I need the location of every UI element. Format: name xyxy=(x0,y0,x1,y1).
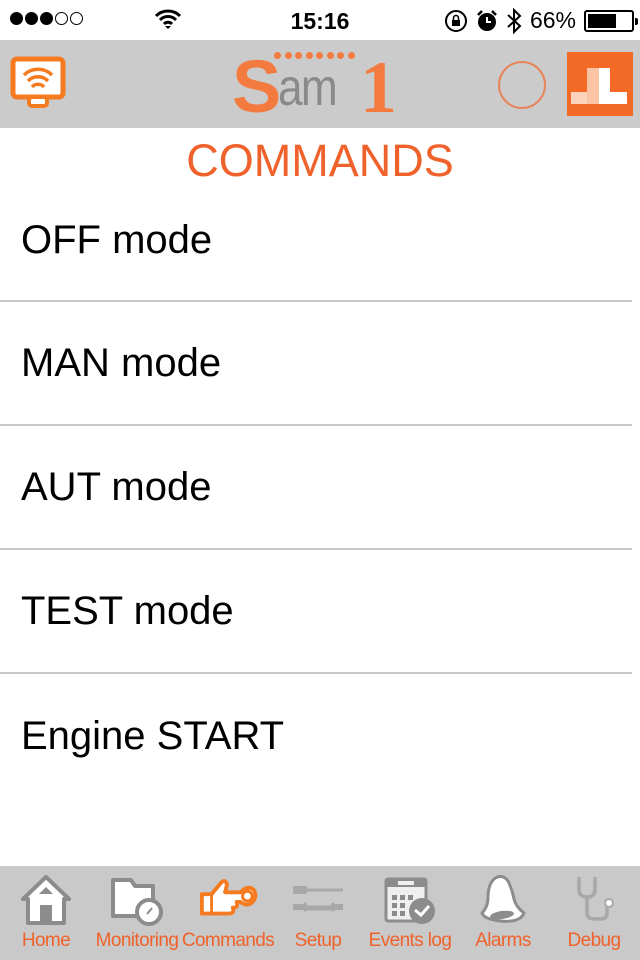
connection-status-icon[interactable] xyxy=(498,61,546,109)
stethoscope-icon xyxy=(564,870,624,930)
tools-icon xyxy=(288,870,348,930)
tab-debug[interactable]: Debug xyxy=(548,866,640,960)
tab-events-log[interactable]: Events log xyxy=(362,866,458,960)
tab-monitoring[interactable]: Monitoring xyxy=(92,866,182,960)
alarm-clock-icon xyxy=(477,9,497,31)
tab-commands[interactable]: Commands xyxy=(181,866,275,960)
nav-bar: S am 1 xyxy=(0,40,640,129)
tab-label: Commands xyxy=(181,930,275,951)
command-man-mode[interactable]: MAN mode xyxy=(0,302,632,426)
sam1-logo: S am 1 xyxy=(232,45,397,129)
command-list: OFF mode MAN mode AUT mode TEST mode Eng… xyxy=(0,180,632,798)
tab-setup[interactable]: Setup xyxy=(274,866,362,960)
command-test-mode[interactable]: TEST mode xyxy=(0,550,632,674)
tab-alarms[interactable]: Alarms xyxy=(458,866,548,960)
orientation-lock-icon xyxy=(444,9,467,32)
pointing-hand-icon xyxy=(198,870,258,930)
calendar-check-icon xyxy=(380,870,440,930)
brand-logo-icon[interactable] xyxy=(567,52,633,116)
bluetooth-icon xyxy=(507,7,522,34)
status-bar: 15:16 66% xyxy=(0,0,640,40)
monitoring-icon xyxy=(107,870,167,930)
remote-display-icon[interactable] xyxy=(10,56,66,112)
command-aut-mode[interactable]: AUT mode xyxy=(0,426,632,550)
bell-icon xyxy=(473,870,533,930)
battery-percent: 66% xyxy=(529,7,576,33)
tab-label: Events log xyxy=(368,930,452,951)
tab-label: Home xyxy=(21,930,71,951)
tab-label: Alarms xyxy=(475,930,531,951)
tab-label: Setup xyxy=(294,930,342,951)
tab-bar: Home Monitoring Commands Setup Events lo… xyxy=(0,866,640,960)
tab-label: Debug xyxy=(567,930,622,951)
tab-home[interactable]: Home xyxy=(0,866,92,960)
command-off-mode[interactable]: OFF mode xyxy=(0,180,632,302)
tab-label: Monitoring xyxy=(95,930,179,951)
battery-icon xyxy=(584,9,638,32)
home-icon xyxy=(16,870,76,930)
command-engine-start[interactable]: Engine START xyxy=(0,674,632,798)
